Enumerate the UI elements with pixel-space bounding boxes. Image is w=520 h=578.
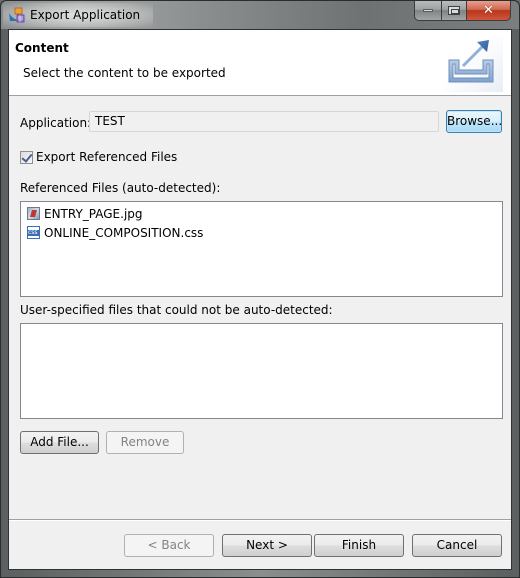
footer-separator: [9, 519, 511, 521]
export-referenced-files-checkbox[interactable]: [20, 150, 33, 164]
export-banner: [443, 36, 503, 92]
cancel-button[interactable]: Cancel: [412, 534, 502, 557]
page-title: Content: [15, 41, 69, 55]
minimize-button[interactable]: [414, 1, 441, 21]
next-button[interactable]: Next >: [222, 534, 312, 557]
browse-button[interactable]: Browse...: [446, 110, 502, 133]
maximize-icon: [448, 6, 460, 15]
minimize-icon: [423, 9, 433, 12]
file-name: ONLINE_COMPOSITION.css: [44, 225, 204, 240]
export-banner-icon: [448, 40, 494, 83]
export-referenced-files-label: Export Referenced Files: [36, 150, 178, 164]
application-label: Application:: [20, 116, 92, 130]
dialog-client-area: Content Select the content to be exporte…: [8, 29, 512, 570]
referenced-files-label: Referenced Files (auto-detected):: [20, 181, 221, 195]
user-specified-files-label: User-specified files that could not be a…: [20, 303, 333, 317]
list-item[interactable]: ONLINE_COMPOSITION.css: [21, 223, 502, 242]
export-referenced-files-option[interactable]: Export Referenced Files: [20, 150, 177, 164]
list-item[interactable]: ENTRY_PAGE.jpg: [21, 204, 502, 223]
window-controls: ✕: [414, 1, 511, 21]
remove-button[interactable]: Remove: [106, 431, 184, 454]
referenced-files-list[interactable]: ENTRY_PAGE.jpg ONLINE_COMPOSITION.css: [20, 201, 503, 297]
window-title: Export Application: [30, 8, 141, 22]
application-field[interactable]: TEST: [89, 111, 439, 132]
maximize-button[interactable]: [441, 1, 467, 21]
back-button[interactable]: < Back: [124, 534, 214, 557]
title-bar[interactable]: Export Application ✕: [1, 1, 519, 29]
file-name: ENTRY_PAGE.jpg: [44, 206, 143, 221]
wizard-header: Content Select the content to be exporte…: [9, 30, 511, 96]
add-file-button[interactable]: Add File...: [20, 431, 99, 454]
finish-button[interactable]: Finish: [314, 534, 404, 557]
export-app-icon: [9, 7, 25, 23]
close-icon: ✕: [483, 3, 494, 18]
page-description: Select the content to be exported: [23, 66, 226, 80]
close-button[interactable]: ✕: [467, 1, 511, 21]
user-specified-files-list[interactable]: [20, 323, 503, 419]
css-file-icon: [27, 226, 40, 239]
image-file-icon: [27, 207, 40, 220]
export-application-window: Export Application ✕ Content Select the …: [0, 0, 520, 578]
